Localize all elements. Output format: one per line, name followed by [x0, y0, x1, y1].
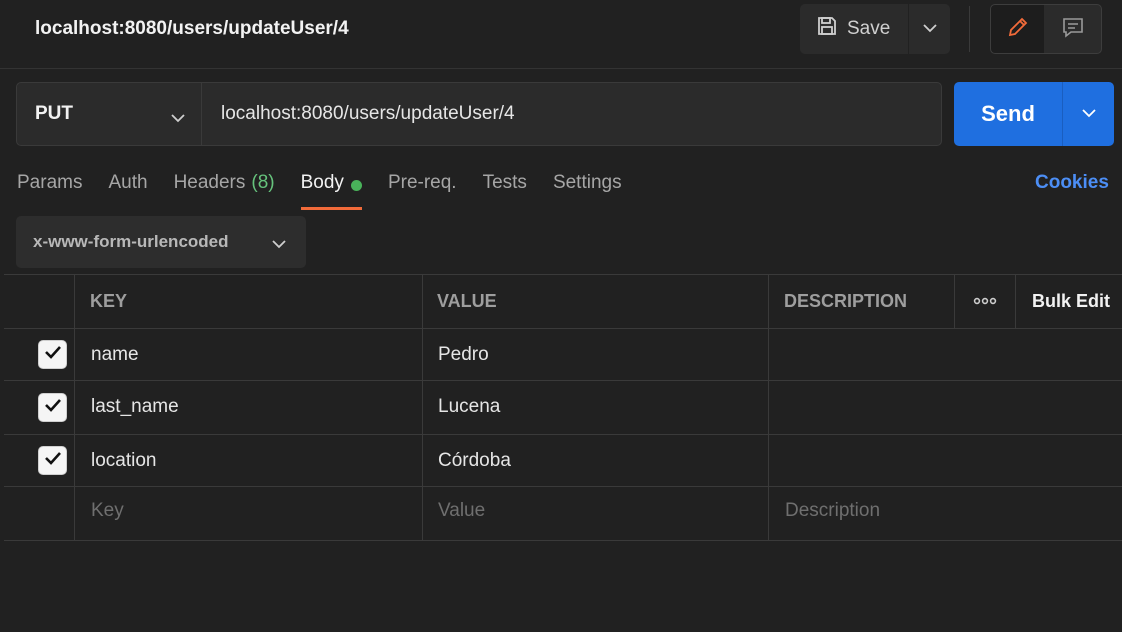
tab-label: Params [17, 172, 83, 193]
header-divider [969, 6, 970, 52]
row-checkbox[interactable] [38, 393, 67, 422]
column-header-value: VALUE [437, 291, 497, 311]
column-header-key: KEY [90, 291, 128, 311]
new-description-input[interactable]: Description [785, 500, 880, 522]
row-key-cell[interactable]: location [91, 450, 157, 472]
table-border [4, 486, 1122, 487]
url-input[interactable]: localhost:8080/users/updateUser/4 [201, 82, 942, 146]
tab-tests[interactable]: Tests [483, 170, 527, 210]
chevron-down-icon [1081, 105, 1096, 123]
send-options-button[interactable] [1062, 82, 1114, 146]
bulk-edit-button[interactable]: Bulk Edit [1032, 291, 1110, 312]
checkmark-icon [44, 398, 62, 417]
comments-mode-button[interactable] [1044, 5, 1101, 53]
table-border [1015, 274, 1016, 328]
method-label: PUT [35, 103, 73, 124]
tab-pre-request[interactable]: Pre-req. [388, 170, 457, 210]
tab-auth[interactable]: Auth [108, 170, 147, 210]
row-checkbox[interactable] [38, 446, 67, 475]
row-value-cell[interactable]: Lucena [438, 396, 500, 418]
pencil-icon [1006, 15, 1030, 44]
table-border [4, 540, 1122, 541]
tab-body[interactable]: Body [300, 170, 363, 210]
chevron-down-icon [922, 20, 937, 38]
tab-params[interactable]: Params [17, 170, 82, 210]
send-group: Send [954, 82, 1114, 146]
save-group: Save [800, 4, 950, 54]
cookies-link[interactable]: Cookies [1035, 172, 1109, 194]
method-select[interactable]: PUT [16, 82, 202, 146]
tab-label: Tests [482, 172, 527, 193]
row-checkbox[interactable] [38, 340, 67, 369]
tab-label: Settings [552, 172, 622, 193]
request-tabs: Params Auth Headers (8) Body Pre-req. Te… [17, 170, 648, 210]
tab-label: Auth [108, 172, 148, 193]
table-border [422, 274, 423, 540]
chevron-down-icon [171, 107, 185, 129]
floppy-disk-icon [816, 15, 838, 43]
body-type-label: x-www-form-urlencoded [33, 232, 229, 251]
save-button[interactable]: Save [800, 4, 908, 54]
tab-headers[interactable]: Headers (8) [174, 170, 275, 210]
save-label: Save [847, 18, 891, 39]
table-border [954, 274, 955, 328]
new-key-input[interactable]: Key [91, 500, 124, 522]
request-title[interactable]: localhost:8080/users/updateUser/4 [35, 18, 349, 40]
tab-label: Headers [173, 172, 246, 193]
row-value-cell[interactable]: Córdoba [438, 450, 511, 472]
new-value-input[interactable]: Value [438, 500, 485, 522]
send-button[interactable]: Send [954, 82, 1062, 146]
tab-label: Body [300, 172, 344, 193]
table-border [4, 380, 1122, 381]
edit-mode-button[interactable] [991, 5, 1044, 53]
view-mode-toggle [990, 4, 1102, 54]
body-status-dot-icon [350, 180, 362, 191]
chevron-down-icon [272, 234, 286, 254]
table-border [768, 274, 769, 540]
checkmark-icon [44, 451, 62, 470]
save-options-button[interactable] [909, 4, 950, 54]
request-header: localhost:8080/users/updateUser/4 Save [0, 0, 1122, 69]
row-key-cell[interactable]: last_name [91, 396, 179, 418]
row-value-cell[interactable]: Pedro [438, 344, 489, 366]
comment-icon [1061, 15, 1085, 44]
body-type-select[interactable]: x-www-form-urlencoded [16, 216, 306, 268]
headers-count-badge: (8) [251, 172, 275, 193]
column-header-description: DESCRIPTION [784, 291, 908, 311]
table-border [4, 328, 1122, 329]
tab-settings[interactable]: Settings [553, 170, 622, 210]
table-border [4, 434, 1122, 435]
row-key-cell[interactable]: name [91, 344, 139, 366]
more-options-icon[interactable] [973, 294, 997, 312]
checkmark-icon [44, 345, 62, 364]
tab-label: Pre-req. [387, 172, 457, 193]
table-border [74, 274, 75, 540]
form-data-table: KEY VALUE DESCRIPTION Bulk Edit name Ped… [4, 274, 1122, 542]
